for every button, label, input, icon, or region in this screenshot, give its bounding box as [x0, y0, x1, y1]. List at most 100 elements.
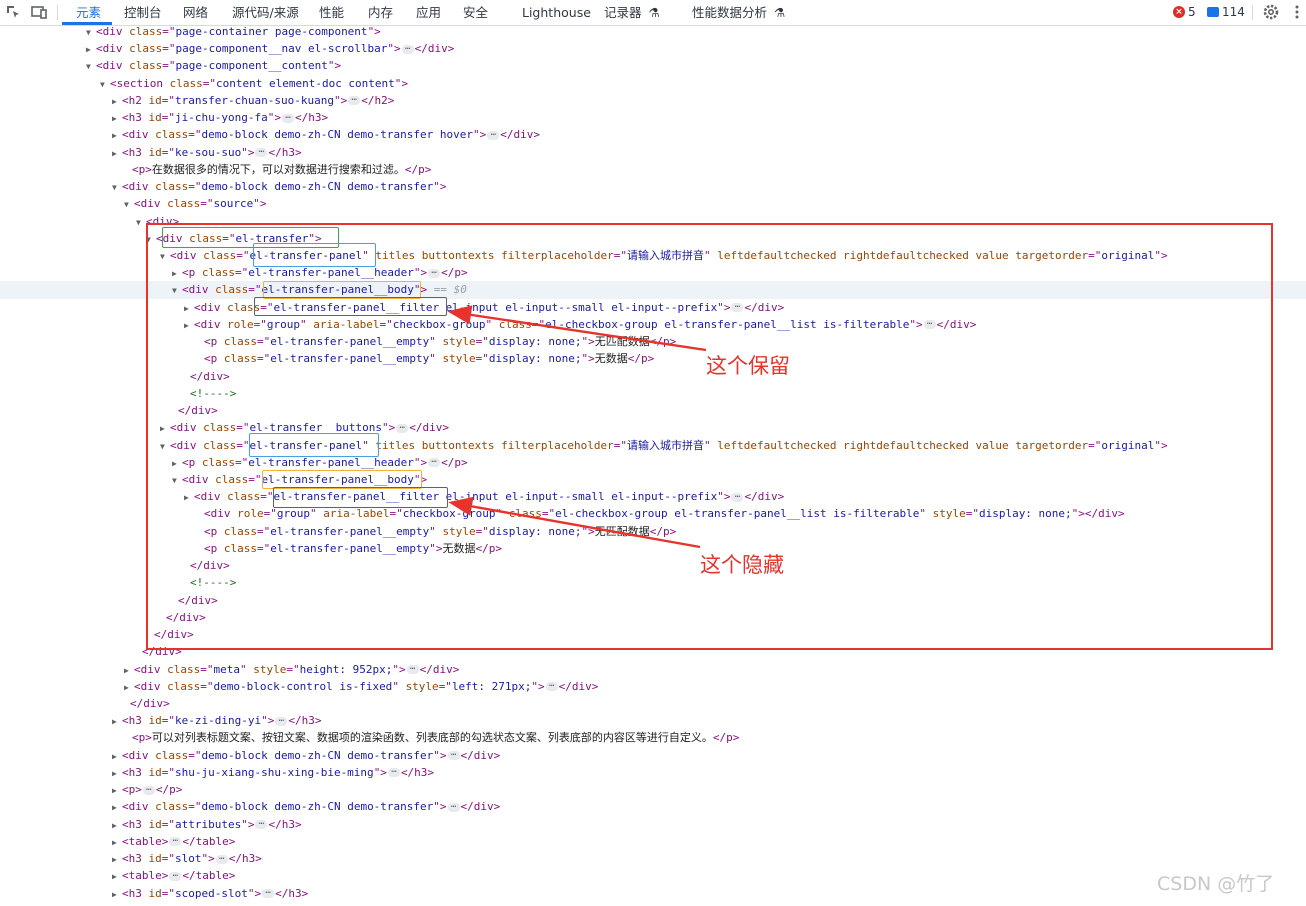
more-options-icon[interactable] [1288, 3, 1306, 21]
tag-token: "> [241, 817, 255, 831]
tag-token: <table> [122, 834, 169, 848]
tag-token: "> [241, 145, 255, 159]
collapse-triangle-icon[interactable]: ▶ [124, 662, 134, 679]
tag-token: =" [162, 42, 176, 56]
dom-node-row[interactable]: ▶ <table>… </table> [0, 833, 1306, 850]
message-count[interactable]: 114 [1222, 0, 1245, 25]
collapsed-ellipsis-icon[interactable]: … [401, 42, 414, 54]
collapsed-ellipsis-icon[interactable]: … [545, 680, 558, 692]
tab-performance-insights[interactable]: 性能数据分析 ⚗ [692, 0, 785, 25]
tab-lighthouse[interactable]: Lighthouse [522, 0, 591, 25]
dom-node-row[interactable]: <p>在数据很多的情况下，可以对数据进行搜索和过滤。</p> [0, 161, 1306, 178]
dom-node-row[interactable]: ▶ <p>… </p> [0, 781, 1306, 798]
tab-security[interactable]: 安全 [463, 0, 488, 25]
gear-icon[interactable] [1262, 3, 1280, 21]
dom-node-row[interactable]: ▶ <h3 id="ke-zi-ding-yi">… </h3> [0, 712, 1306, 729]
collapsed-ellipsis-icon[interactable]: … [255, 146, 268, 158]
collapse-triangle-icon[interactable]: ▶ [112, 110, 122, 127]
dom-node-row[interactable]: ▶ <h3 id="attributes">… </h3> [0, 816, 1306, 833]
collapsed-ellipsis-icon[interactable]: … [348, 94, 361, 106]
dom-node-row[interactable]: ▶ <div class="demo-block-control is-fixed… [0, 678, 1306, 695]
dom-node-row[interactable]: ▶ <div class="demo-block demo-zh-CN demo-… [0, 126, 1306, 143]
tab-sources[interactable]: 源代码/来源 [232, 0, 299, 25]
expand-triangle-icon[interactable]: ▼ [86, 24, 96, 41]
tab-application[interactable]: 应用 [416, 0, 441, 25]
message-icon[interactable] [1207, 7, 1219, 17]
tag-token: " [240, 662, 254, 676]
dom-node-row[interactable]: ▶ <div class="page-component__nav el-scro… [0, 40, 1306, 57]
dom-node-row[interactable]: ▶ <h3 id="slot">… </h3> [0, 850, 1306, 867]
dom-node-row[interactable]: ▶ <div class="demo-block demo-zh-CN demo-… [0, 798, 1306, 815]
collapse-triangle-icon[interactable]: ▶ [86, 41, 96, 58]
collapsed-ellipsis-icon[interactable]: … [406, 663, 419, 674]
dom-node-row[interactable]: </div> [0, 695, 1306, 712]
collapse-triangle-icon[interactable]: ▶ [112, 127, 122, 144]
collapse-triangle-icon[interactable]: ▶ [112, 817, 122, 834]
attribute-name: class [167, 197, 201, 211]
tab-memory[interactable]: 内存 [368, 0, 393, 25]
expand-triangle-icon[interactable]: ▼ [86, 58, 96, 75]
tag-token: </div> [460, 800, 501, 814]
collapse-triangle-icon[interactable]: ▶ [112, 782, 122, 799]
collapsed-ellipsis-icon[interactable]: … [262, 887, 275, 898]
collapse-triangle-icon[interactable]: ▶ [112, 748, 122, 765]
dom-node-row[interactable]: ▼ <div class="source"> [0, 195, 1306, 212]
collapse-triangle-icon[interactable]: ▶ [112, 851, 122, 868]
error-count[interactable]: 5 [1188, 0, 1196, 25]
collapsed-ellipsis-icon[interactable]: … [387, 766, 400, 778]
dom-node-row[interactable]: ▶ <h3 id="shu-ju-xiang-shu-xing-bie-ming"… [0, 764, 1306, 781]
collapsed-ellipsis-icon[interactable]: … [281, 111, 294, 123]
device-toggle-icon[interactable] [30, 3, 48, 21]
collapsed-ellipsis-icon[interactable]: … [169, 835, 182, 847]
element-picker-icon[interactable] [4, 3, 22, 21]
dom-node-row[interactable]: ▶ <h2 id="transfer-chuan-suo-kuang">… </h2… [0, 92, 1306, 109]
dom-node-row[interactable]: ▶ <div class="meta" style="height: 952px;… [0, 661, 1306, 678]
collapsed-ellipsis-icon[interactable]: … [255, 818, 268, 830]
dom-node-row[interactable]: ▼ <section class="content element-doc con… [0, 75, 1306, 92]
collapse-triangle-icon[interactable]: ▶ [112, 765, 122, 782]
tab-network[interactable]: 网络 [183, 0, 208, 25]
toolbar-divider [1252, 5, 1253, 20]
dom-node-row[interactable]: ▼ <div class="demo-block demo-zh-CN demo-… [0, 178, 1306, 195]
collapsed-ellipsis-icon[interactable]: … [275, 714, 288, 726]
tab-recorder[interactable]: 记录器 ⚗ [604, 0, 660, 25]
tab-console[interactable]: 控制台 [124, 0, 162, 25]
error-icon[interactable]: × [1173, 6, 1185, 18]
tag-token: </div> [460, 748, 501, 762]
collapse-triangle-icon[interactable]: ▶ [112, 145, 122, 162]
collapsed-ellipsis-icon[interactable]: … [215, 852, 228, 864]
tag-token: <h3 [122, 111, 149, 125]
attribute-value: page-container page-component [175, 25, 368, 38]
dom-node-row[interactable]: ▶ <div class="demo-block demo-zh-CN demo-… [0, 747, 1306, 764]
collapse-triangle-icon[interactable]: ▶ [112, 713, 122, 730]
toolbar-divider [57, 5, 58, 20]
collapsed-ellipsis-icon[interactable]: … [447, 800, 460, 812]
collapse-triangle-icon[interactable]: ▶ [124, 679, 134, 696]
tag-token: "> [261, 714, 275, 728]
collapsed-ellipsis-icon[interactable]: … [487, 128, 500, 140]
collapsed-ellipsis-icon[interactable]: … [169, 869, 182, 881]
expand-triangle-icon[interactable]: ▼ [100, 76, 110, 93]
expand-triangle-icon[interactable]: ▼ [136, 214, 146, 231]
expand-triangle-icon[interactable]: ▼ [112, 179, 122, 196]
dom-node-row[interactable]: ▼ <div class="page-component__content"> [0, 57, 1306, 74]
dom-node-row[interactable]: ▶ <h3 id="scoped-slot">… </h3> [0, 885, 1306, 902]
tag-token: </h3> [228, 852, 262, 866]
attribute-value: demo-block demo-zh-CN demo-transfer [201, 748, 434, 762]
collapse-triangle-icon[interactable]: ▶ [112, 799, 122, 816]
collapsed-ellipsis-icon[interactable]: … [142, 783, 155, 795]
collapse-triangle-icon[interactable]: ▶ [112, 93, 122, 110]
collapse-triangle-icon[interactable]: ▶ [112, 868, 122, 885]
dom-node-row[interactable]: ▶ <h3 id="ke-sou-suo">… </h3> [0, 144, 1306, 161]
collapsed-ellipsis-icon[interactable]: … [447, 749, 460, 761]
tag-token: </div> [419, 662, 460, 676]
collapse-triangle-icon[interactable]: ▶ [112, 834, 122, 851]
dom-node-row[interactable]: ▶ <h3 id="ji-chu-yong-fa">… </h3> [0, 109, 1306, 126]
dom-node-row[interactable]: ▶ <table>… </table> [0, 867, 1306, 884]
collapse-triangle-icon[interactable]: ▶ [112, 886, 122, 903]
dom-node-row[interactable]: <p>可以对列表标题文案、按钮文案、数据项的渲染函数、列表底部的勾选状态文案、列… [0, 729, 1306, 746]
dom-node-row[interactable]: ▼ <div class="page-container page-compone… [0, 23, 1306, 40]
expand-triangle-icon[interactable]: ▼ [124, 196, 134, 213]
tab-performance[interactable]: 性能 [319, 0, 344, 25]
tag-token: </h2> [361, 93, 395, 107]
